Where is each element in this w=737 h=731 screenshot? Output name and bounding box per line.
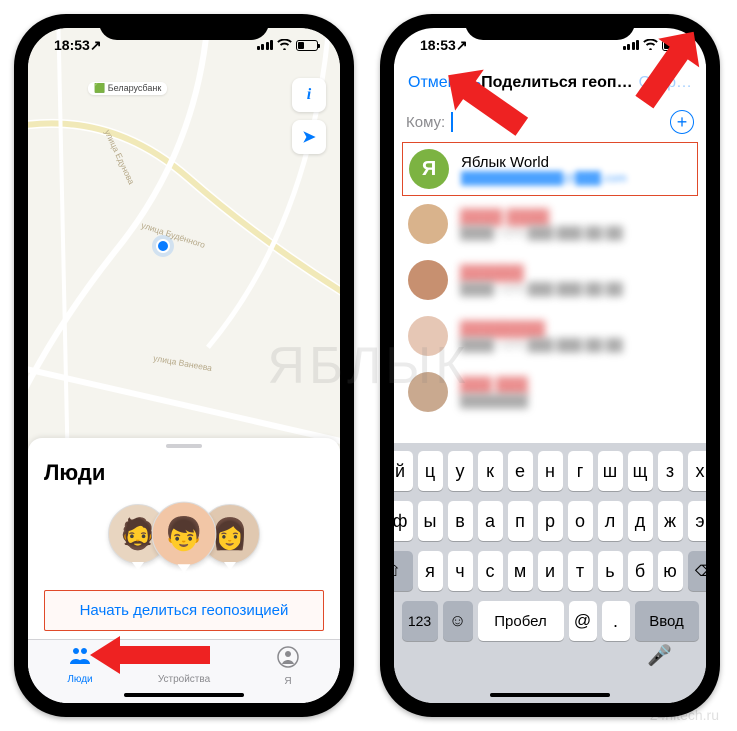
- key-dot[interactable]: .: [602, 601, 630, 641]
- key-letter[interactable]: ы: [418, 501, 443, 541]
- key-letter[interactable]: и: [538, 551, 563, 591]
- to-label: Кому:: [406, 114, 445, 131]
- screen-right: 18:53↗ Отменить Поделиться геопози… Отпр…: [394, 28, 706, 703]
- map-poi-bank: 🟩 Беларусбанк: [88, 82, 167, 95]
- key-letter[interactable]: ч: [448, 551, 473, 591]
- contact-sub: ████ +375 ███ ███ ██ ██: [460, 282, 692, 296]
- key-letter[interactable]: ю: [658, 551, 683, 591]
- key-letter[interactable]: ш: [598, 451, 623, 491]
- contact-sub: ████████████@███.com: [461, 171, 691, 185]
- key-mic[interactable]: 🎤: [647, 635, 672, 675]
- key-letter[interactable]: б: [628, 551, 653, 591]
- signal-icon: [257, 40, 274, 50]
- memoji-icon: 👦: [164, 515, 204, 553]
- home-indicator[interactable]: [490, 693, 610, 697]
- key-letter[interactable]: о: [568, 501, 593, 541]
- status-time: 18:53↗: [54, 37, 102, 54]
- start-sharing-button[interactable]: Начать делиться геопозицией: [44, 590, 324, 631]
- phone-left: 18:53↗ 🟩 Беларусбанк улица Будённого ули…: [14, 14, 354, 717]
- key-letter[interactable]: с: [478, 551, 503, 591]
- notch: [465, 14, 635, 40]
- person-icon: [248, 646, 328, 674]
- contact-sub: ████ +375 ███ ███ ██ ██: [460, 226, 692, 240]
- home-indicator[interactable]: [124, 693, 244, 697]
- memoji-group: 🧔 👦 👩: [44, 504, 324, 564]
- key-letter[interactable]: т: [568, 551, 593, 591]
- map-info-button[interactable]: i: [292, 78, 326, 112]
- avatar: [408, 260, 448, 300]
- tab-me[interactable]: Я: [248, 646, 328, 687]
- arrow-annotation: [90, 632, 210, 678]
- key-at[interactable]: @: [569, 601, 597, 641]
- key-letter[interactable]: я: [418, 551, 443, 591]
- avatar: Я: [409, 149, 449, 189]
- key-letter[interactable]: д: [628, 501, 653, 541]
- key-shift[interactable]: ⇧: [394, 551, 413, 591]
- key-letter[interactable]: у: [448, 451, 473, 491]
- key-backspace[interactable]: ⌫: [688, 551, 707, 591]
- memoji-icon: 👩: [211, 517, 248, 552]
- signal-icon: [623, 40, 640, 50]
- key-letter[interactable]: ь: [598, 551, 623, 591]
- avatar: [408, 204, 448, 244]
- status-time: 18:53↗: [420, 37, 468, 54]
- key-letter[interactable]: ф: [394, 501, 413, 541]
- key-letter[interactable]: э: [688, 501, 707, 541]
- key-letter[interactable]: з: [658, 451, 683, 491]
- key-letter[interactable]: щ: [628, 451, 653, 491]
- contact-row[interactable]: Я Яблык World ████████████@███.com: [402, 142, 698, 196]
- contact-name: Яблык World: [461, 154, 691, 171]
- key-123[interactable]: 123: [402, 601, 438, 641]
- contact-row[interactable]: ██████ ████ +375 ███ ███ ██ ██: [394, 252, 706, 308]
- avatar: [408, 372, 448, 412]
- map-view[interactable]: 🟩 Беларусбанк улица Будённого улица Ване…: [28, 28, 340, 487]
- key-letter[interactable]: н: [538, 451, 563, 491]
- keyboard[interactable]: йцукенгшщзхфывапролджэ⇧ячсмитьбю⌫ 123 ☺ …: [394, 443, 706, 703]
- wifi-icon: [277, 37, 292, 53]
- contacts-list[interactable]: Я Яблык World ████████████@███.com ████ …: [394, 142, 706, 443]
- key-letter[interactable]: х: [688, 451, 707, 491]
- avatar: [408, 316, 448, 356]
- key-letter[interactable]: р: [538, 501, 563, 541]
- key-letter[interactable]: п: [508, 501, 533, 541]
- key-letter[interactable]: к: [478, 451, 503, 491]
- contact-sub: ████ +375 ███ ███ ██ ██: [460, 338, 692, 352]
- key-letter[interactable]: м: [508, 551, 533, 591]
- key-letter[interactable]: е: [508, 451, 533, 491]
- sheet-title: Люди: [44, 460, 324, 486]
- current-location-dot: [156, 239, 170, 253]
- key-letter[interactable]: й: [394, 451, 413, 491]
- key-letter[interactable]: ж: [658, 501, 683, 541]
- contact-name: ████████: [460, 321, 692, 338]
- contact-name: ██████: [460, 265, 692, 282]
- key-emoji[interactable]: ☺: [443, 601, 473, 641]
- map-locate-button[interactable]: ➤: [292, 120, 326, 154]
- battery-icon: [296, 40, 318, 51]
- key-letter[interactable]: в: [448, 501, 473, 541]
- contact-name: ████ ████: [460, 209, 692, 226]
- key-letter[interactable]: л: [598, 501, 623, 541]
- key-space[interactable]: Пробел: [478, 601, 564, 641]
- screen-left: 18:53↗ 🟩 Беларусбанк улица Будённого ули…: [28, 28, 340, 703]
- contact-name: ███ ███: [460, 377, 692, 394]
- notch: [99, 14, 269, 40]
- key-letter[interactable]: ц: [418, 451, 443, 491]
- sheet-grabber[interactable]: [166, 444, 202, 448]
- contact-row[interactable]: ████ ████ ████ +375 ███ ███ ██ ██: [394, 196, 706, 252]
- contact-row[interactable]: ███ ███ ████████: [394, 364, 706, 420]
- key-letter[interactable]: а: [478, 501, 503, 541]
- key-letter[interactable]: г: [568, 451, 593, 491]
- contact-row[interactable]: ████████ ████ +375 ███ ███ ██ ██: [394, 308, 706, 364]
- contact-sub: ████████: [460, 394, 692, 408]
